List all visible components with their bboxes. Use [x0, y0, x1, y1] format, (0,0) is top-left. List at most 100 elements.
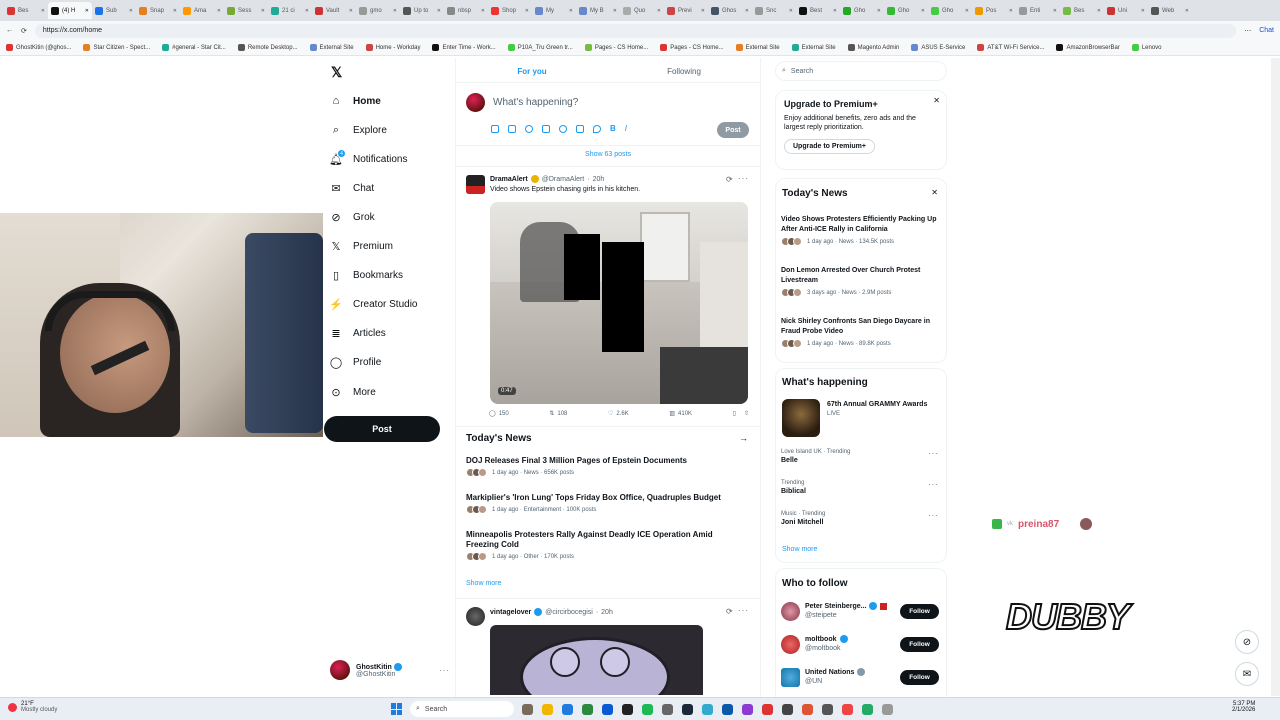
taskbar-app-icon[interactable]: [582, 704, 593, 715]
close-icon[interactable]: ✕: [173, 8, 177, 14]
close-icon[interactable]: ✕: [129, 8, 133, 14]
bookmark-item[interactable]: Enter Time - Work...: [432, 44, 496, 51]
browser-tab[interactable]: Pos ✕: [972, 2, 1016, 19]
close-icon[interactable]: ✕: [701, 8, 705, 14]
browser-tab[interactable]: Sess ✕: [224, 2, 268, 19]
sidebar-post-button[interactable]: Post: [324, 416, 440, 442]
url-field[interactable]: https://x.com/home: [34, 23, 1237, 38]
nav-item-more[interactable]: ⊙ More: [330, 382, 375, 402]
browser-tab[interactable]: nbsp ✕: [444, 2, 488, 19]
nav-item-notifications[interactable]: 🔔︎ 4 Notifications: [329, 149, 407, 169]
page-scrollbar[interactable]: [1271, 58, 1280, 696]
close-icon[interactable]: ✕: [933, 96, 940, 105]
grok-explain-icon[interactable]: ⟳: [726, 175, 733, 184]
grok-explain-icon[interactable]: ⟳: [726, 607, 733, 616]
taskbar-app-icon[interactable]: [622, 704, 633, 715]
close-icon[interactable]: ✕: [931, 188, 938, 197]
taskbar-app-icon[interactable]: [762, 704, 773, 715]
emoji-icon[interactable]: [559, 124, 567, 133]
nav-item-articles[interactable]: ≣ Articles: [330, 324, 385, 344]
browser-tab[interactable]: Shop ✕: [488, 2, 532, 19]
bookmark-item[interactable]: External Site: [791, 44, 836, 51]
browser-tab[interactable]: Ghos ✕: [708, 2, 752, 19]
grok-floating-icon[interactable]: ⊘: [1235, 630, 1259, 654]
nav-item-explore[interactable]: ⌕ Explore: [330, 120, 387, 140]
taskbar-app-icon[interactable]: [662, 704, 673, 715]
browser-tab[interactable]: Enti ✕: [1016, 2, 1060, 19]
taskbar-app-icon[interactable]: [562, 704, 573, 715]
bookmark-item[interactable]: Home - Workday: [365, 44, 420, 51]
close-icon[interactable]: ✕: [217, 8, 221, 14]
composer-post-button[interactable]: Post: [717, 122, 749, 138]
share-icon[interactable]: ⇧: [744, 410, 749, 417]
close-icon[interactable]: ✕: [1097, 8, 1101, 14]
trends-show-more[interactable]: Show more: [782, 546, 817, 553]
search-input[interactable]: ⌕ Search: [775, 61, 947, 81]
taskbar-app-icon[interactable]: [782, 704, 793, 715]
start-icon[interactable]: [391, 703, 403, 715]
post-avatar[interactable]: [466, 607, 485, 626]
italic-icon[interactable]: I: [625, 124, 627, 133]
x-logo-icon[interactable]: 𝕏: [331, 64, 342, 81]
nav-item-chat[interactable]: ✉ Chat: [330, 178, 374, 198]
feed-news-item[interactable]: Minneapolis Protesters Rally Against Dea…: [466, 530, 746, 561]
event-title[interactable]: 67th Annual GRAMMY Awards: [827, 401, 927, 408]
browser-tab[interactable]: Bes ✕: [1060, 2, 1104, 19]
profile-chat-button[interactable]: Chat: [1259, 27, 1274, 34]
weather-widget[interactable]: 21°F Mostly cloudy: [8, 701, 57, 713]
views-button[interactable]: ▥ 410K: [669, 410, 692, 418]
post-avatar[interactable]: [466, 175, 485, 194]
post-time[interactable]: 20h: [601, 609, 613, 616]
bookmark-item[interactable]: GhostKitin (@ghos...: [6, 44, 71, 51]
grok-icon[interactable]: [525, 124, 533, 133]
bookmark-icon[interactable]: ▯: [733, 410, 736, 417]
follow-button[interactable]: Follow: [900, 670, 939, 685]
right-news-item[interactable]: Don Lemon Arrested Over Church Protest L…: [781, 266, 941, 297]
reply-button[interactable]: ◯ 150: [489, 410, 509, 418]
close-icon[interactable]: ✕: [921, 8, 925, 14]
grammy-thumbnail[interactable]: [782, 399, 820, 437]
taskbar-app-icon[interactable]: [862, 704, 873, 715]
browser-tab[interactable]: Web ✕: [1148, 2, 1192, 19]
bookmark-item[interactable]: #general - Star Cit...: [162, 44, 226, 51]
close-icon[interactable]: ✕: [349, 8, 353, 14]
taskbar-app-icon[interactable]: [522, 704, 533, 715]
close-icon[interactable]: ✕: [305, 8, 309, 14]
browser-tab[interactable]: gmo ✕: [356, 2, 400, 19]
extensions-icon[interactable]: ⋯: [1244, 27, 1251, 35]
browser-tab[interactable]: Best ✕: [796, 2, 840, 19]
taskbar-app-icon[interactable]: [682, 704, 693, 715]
repost-button[interactable]: ⇅ 108: [549, 410, 567, 418]
taskbar-app-icon[interactable]: [722, 704, 733, 715]
bookmark-item[interactable]: ASUS E-Service: [911, 44, 965, 51]
browser-tab[interactable]: Gho ✕: [928, 2, 972, 19]
like-button[interactable]: ♡ 2.6K: [608, 410, 629, 418]
poll-icon[interactable]: [542, 124, 550, 133]
messages-floating-icon[interactable]: ✉: [1235, 662, 1259, 686]
trend-more-icon[interactable]: ···: [928, 480, 939, 489]
tab-for-you[interactable]: For you: [456, 60, 608, 82]
feed-news-show-more[interactable]: Show more: [466, 580, 501, 587]
close-icon[interactable]: ✕: [1141, 8, 1145, 14]
close-icon[interactable]: ✕: [41, 8, 45, 14]
close-icon[interactable]: ✕: [1185, 8, 1189, 14]
bookmark-item[interactable]: External Site: [735, 44, 780, 51]
account-switcher[interactable]: GhostKitin @GhostKitin ···: [330, 660, 450, 680]
close-icon[interactable]: ✕: [1053, 8, 1057, 14]
post-more-icon[interactable]: ···: [738, 174, 749, 183]
taskbar-search[interactable]: ⌕ Search: [410, 701, 514, 717]
browser-tab[interactable]: Sub ✕: [92, 2, 136, 19]
close-icon[interactable]: ✕: [657, 8, 661, 14]
post-video[interactable]: 0:47: [490, 202, 748, 404]
bookmark-item[interactable]: AT&T Wi-Fi Service...: [977, 44, 1044, 51]
browser-tab[interactable]: 21 ci ✕: [268, 2, 312, 19]
browser-tab[interactable]: Ama ✕: [180, 2, 224, 19]
trend-item[interactable]: Trending Biblical ···: [781, 480, 941, 495]
close-icon[interactable]: ✕: [569, 8, 573, 14]
browser-tab[interactable]: Uni ✕: [1104, 2, 1148, 19]
post-time[interactable]: 20h: [593, 176, 605, 183]
post-image[interactable]: [490, 625, 703, 695]
post-author-name[interactable]: DramaAlert: [490, 176, 528, 183]
follow-button[interactable]: Follow: [900, 604, 939, 619]
browser-tab[interactable]: (4) H ✕: [48, 2, 92, 19]
